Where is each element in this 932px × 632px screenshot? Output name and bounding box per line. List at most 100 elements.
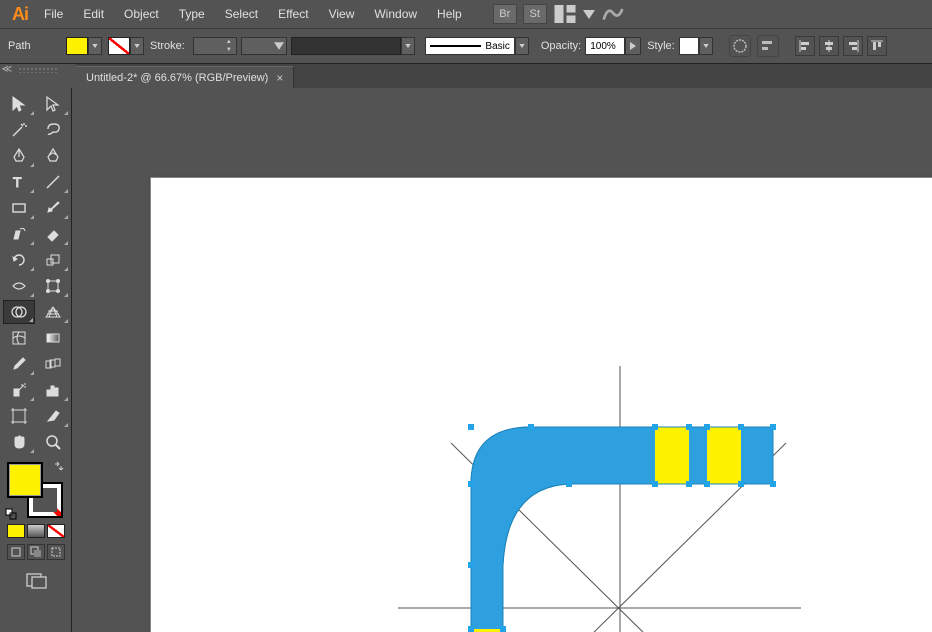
smart-guides	[398, 366, 801, 632]
recolor-artwork-button[interactable]	[729, 35, 751, 57]
column-graph-tool[interactable]	[37, 378, 69, 402]
stroke-label: Stroke:	[150, 40, 185, 52]
stroke-weight-stepper[interactable]: ▲▼	[224, 38, 234, 54]
menu-type[interactable]: Type	[169, 0, 215, 28]
swap-fill-stroke-icon[interactable]	[53, 460, 65, 472]
fill-indicator[interactable]	[7, 462, 43, 498]
arrange-documents-button[interactable]	[553, 4, 577, 24]
variable-width-profile-dropdown[interactable]	[241, 37, 287, 55]
curvature-tool[interactable]	[37, 144, 69, 168]
align-top-button[interactable]	[867, 36, 887, 56]
eyedropper-tool[interactable]	[3, 352, 35, 376]
app-logo-icon: Ai	[6, 4, 34, 25]
selection-tool[interactable]	[3, 92, 35, 116]
menu-file[interactable]: File	[34, 0, 73, 28]
opacity-dropdown[interactable]	[625, 37, 641, 55]
brush-style-label: Basic	[485, 41, 509, 52]
slice-tool[interactable]	[37, 404, 69, 428]
lasso-tool[interactable]	[37, 118, 69, 142]
fill-stroke-indicator[interactable]	[7, 462, 63, 518]
artboard-tool[interactable]	[3, 404, 35, 428]
brush-style-dropdown[interactable]: Basic	[425, 37, 515, 55]
pen-tool[interactable]	[3, 144, 35, 168]
perspective-grid-tool[interactable]	[37, 300, 69, 324]
draw-mode-row	[3, 544, 68, 560]
document-tab-strip: Untitled-2* @ 66.67% (RGB/Preview) ×	[76, 64, 932, 88]
artboard[interactable]	[151, 178, 932, 632]
document-tab-title: Untitled-2* @ 66.67% (RGB/Preview)	[86, 72, 268, 84]
eraser-tool[interactable]	[37, 222, 69, 246]
document-tab[interactable]: Untitled-2* @ 66.67% (RGB/Preview) ×	[76, 66, 294, 88]
menu-help[interactable]: Help	[427, 0, 472, 28]
stroke-weight-input[interactable]: ▲▼	[193, 37, 237, 55]
draw-behind-button[interactable]	[27, 544, 45, 560]
width-tool[interactable]	[3, 274, 35, 298]
graphic-style-label: Style:	[647, 40, 675, 52]
color-mode-solid[interactable]	[7, 524, 25, 538]
opacity-label: Opacity:	[541, 40, 581, 52]
default-fill-stroke-icon[interactable]	[5, 508, 17, 520]
arrange-documents-dropdown[interactable]	[583, 4, 595, 24]
brush-line-icon	[430, 45, 482, 47]
color-mode-row	[3, 524, 68, 538]
tools-panel: T	[0, 88, 72, 632]
graphic-style-well[interactable]	[679, 37, 699, 55]
rotate-tool[interactable]	[3, 248, 35, 272]
artwork-canvas[interactable]	[151, 178, 932, 632]
menu-select[interactable]: Select	[215, 0, 268, 28]
menu-view[interactable]: View	[319, 0, 365, 28]
selection-type-label: Path	[8, 40, 58, 52]
graphic-style-dropdown[interactable]	[699, 37, 713, 55]
menu-window[interactable]: Window	[364, 0, 427, 28]
free-transform-tool[interactable]	[37, 274, 69, 298]
screen-mode-button[interactable]	[21, 570, 53, 592]
type-tool[interactable]: T	[3, 170, 35, 194]
hand-tool[interactable]	[3, 430, 35, 454]
align-left-button[interactable]	[795, 36, 815, 56]
zoom-tool[interactable]	[37, 430, 69, 454]
color-mode-none[interactable]	[47, 524, 65, 538]
draw-inside-button[interactable]	[47, 544, 65, 560]
workspace[interactable]	[76, 88, 932, 632]
line-segment-tool[interactable]	[37, 170, 69, 194]
shaper-tool[interactable]	[3, 222, 35, 246]
shape-builder-tool[interactable]	[3, 300, 35, 324]
fill-swatch[interactable]	[66, 37, 88, 55]
stroke-swatch-dropdown[interactable]	[130, 37, 144, 55]
gradient-tool[interactable]	[37, 326, 69, 350]
brush-definition-well[interactable]	[291, 37, 401, 55]
opacity-input[interactable]: 100%	[585, 37, 625, 55]
collapse-panels-icon[interactable]: ≪	[0, 64, 14, 78]
yellow-block-1[interactable]	[655, 427, 689, 484]
brush-style-arrow[interactable]	[515, 37, 529, 55]
svg-text:T: T	[13, 174, 22, 190]
menu-edit[interactable]: Edit	[73, 0, 114, 28]
stroke-swatch[interactable]	[108, 37, 130, 55]
rectangle-tool[interactable]	[3, 196, 35, 220]
brush-definition-dropdown[interactable]	[401, 37, 415, 55]
symbol-sprayer-tool[interactable]	[3, 378, 35, 402]
yellow-block-2[interactable]	[707, 427, 741, 484]
menu-object[interactable]: Object	[114, 0, 169, 28]
menu-effect[interactable]: Effect	[268, 0, 318, 28]
align-hcenter-button[interactable]	[819, 36, 839, 56]
scale-tool[interactable]	[37, 248, 69, 272]
magic-wand-tool[interactable]	[3, 118, 35, 142]
stock-button[interactable]: St	[523, 4, 547, 24]
paintbrush-tool[interactable]	[37, 196, 69, 220]
draw-normal-button[interactable]	[7, 544, 25, 560]
gpu-badge-icon[interactable]	[601, 4, 625, 24]
mesh-tool[interactable]	[3, 326, 35, 350]
control-bar: Path Stroke: ▲▼ Basic Opacity: 100% Styl…	[0, 28, 932, 64]
align-right-button[interactable]	[843, 36, 863, 56]
panel-grip-icon[interactable]	[18, 67, 58, 73]
go-to-bridge-button[interactable]: Br	[493, 4, 517, 24]
application-menubar: Ai File Edit Object Type Select Effect V…	[0, 0, 932, 28]
blend-tool[interactable]	[37, 352, 69, 376]
align-panel-button[interactable]	[757, 35, 779, 57]
align-button-group	[795, 36, 887, 56]
direct-selection-tool[interactable]	[37, 92, 69, 116]
close-tab-icon[interactable]: ×	[276, 72, 283, 84]
color-mode-gradient[interactable]	[27, 524, 45, 538]
fill-swatch-dropdown[interactable]	[88, 37, 102, 55]
